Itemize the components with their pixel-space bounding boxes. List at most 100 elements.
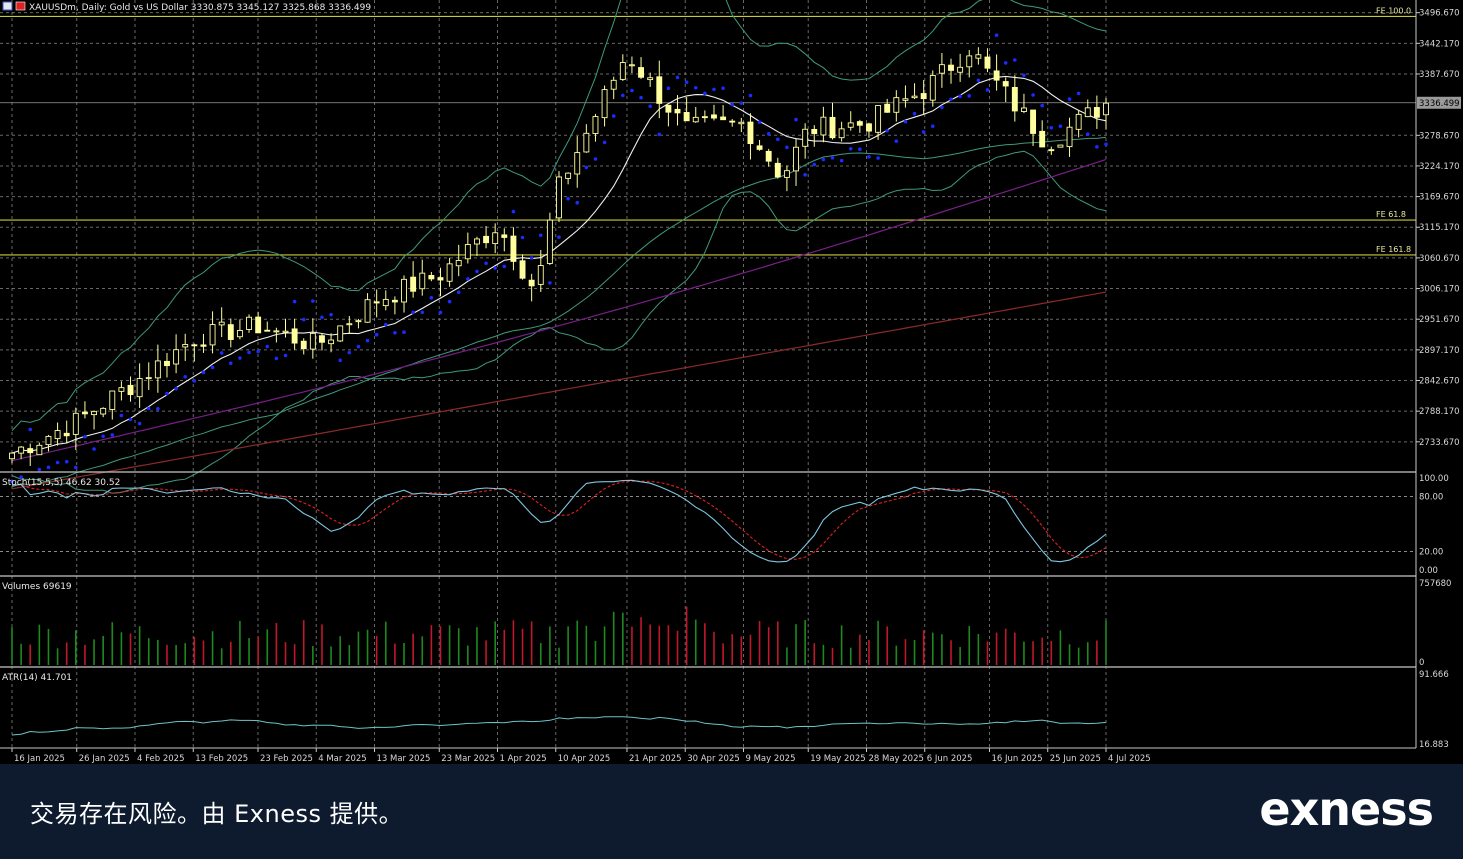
- sar-dot: [292, 299, 297, 304]
- candle-bull: [838, 128, 845, 139]
- sar-dot: [229, 361, 233, 366]
- candle-bull: [893, 97, 900, 113]
- sar-dot: [593, 157, 598, 161]
- candle-bull: [975, 54, 982, 59]
- current-price-tag: 3336.499: [1417, 96, 1461, 109]
- chart-canvas[interactable]: FE 100.0 FE 61.8 FE 161.8 100.00 80.00 20.00…: [0, 0, 1463, 764]
- candle-bull: [382, 298, 389, 307]
- candle-bull: [911, 95, 918, 99]
- sar-dot: [283, 353, 288, 358]
- candle-bull: [91, 411, 98, 416]
- x-tick-label: 10 Apr 2025: [558, 754, 611, 764]
- candle-bull: [154, 360, 161, 379]
- candle-bear: [948, 64, 954, 71]
- y-tick-label: 3115.170: [1419, 223, 1460, 233]
- sar-dot: [538, 233, 543, 238]
- x-tick-label: 23 Feb 2025: [260, 754, 313, 764]
- y-tick-label: 2897.170: [1419, 346, 1460, 356]
- sar-dot: [210, 365, 215, 370]
- candle-bull: [282, 330, 289, 333]
- candle-bull: [1075, 113, 1082, 130]
- y-tick-label: 3442.170: [1419, 39, 1460, 49]
- candle-bear: [1048, 149, 1055, 152]
- x-tick-label: 1 Apr 2025: [500, 754, 547, 764]
- candle-bull: [583, 132, 590, 153]
- sar-dot: [721, 86, 725, 91]
- chart-window-icon: [2, 1, 13, 11]
- candle-bull: [783, 170, 790, 178]
- sar-dot: [712, 87, 716, 92]
- sar-dot: [338, 358, 343, 363]
- sar-dot: [976, 78, 981, 83]
- candle-bear: [765, 150, 772, 162]
- candle-bull: [118, 387, 125, 392]
- sar-dot: [311, 299, 315, 303]
- candle-bull: [36, 444, 43, 456]
- atr-label: ATR(14) 41.701: [2, 673, 72, 683]
- candle-bull: [820, 116, 827, 136]
- candle-bear: [519, 260, 526, 279]
- x-tick-label: 19 May 2025: [810, 754, 865, 764]
- sar-dot: [776, 137, 780, 142]
- x-tick-label: 26 Jan 2025: [79, 754, 130, 764]
- sar-dot: [894, 139, 899, 143]
- sar-dot: [456, 290, 461, 295]
- sar-dot: [785, 145, 789, 150]
- candle-bear: [27, 448, 34, 454]
- sar-dot: [949, 97, 953, 102]
- candle-bull: [328, 339, 335, 345]
- y-tick-label: 3496.670: [1419, 9, 1460, 19]
- candle-bull: [902, 98, 909, 101]
- candle-bull: [847, 122, 854, 128]
- candle-bull: [337, 325, 344, 342]
- y-tick-label: 3060.670: [1419, 254, 1460, 264]
- candle-bull: [601, 89, 608, 119]
- sar-dot: [648, 104, 652, 109]
- sar-dot: [447, 299, 452, 304]
- sar-dot: [411, 310, 415, 315]
- y-tick-label: 2951.670: [1419, 315, 1460, 325]
- sar-dot: [730, 102, 735, 107]
- sar-dot: [83, 434, 87, 439]
- x-tick-label: 4 Jul 2025: [1108, 754, 1151, 764]
- candle-bull: [802, 128, 809, 147]
- sar-dot: [420, 310, 425, 315]
- sar-dot: [64, 459, 69, 464]
- symbol-header-text: XAUUSDm, Daily: Gold vs US Dollar 3330.8…: [29, 3, 371, 13]
- sar-dot: [621, 93, 625, 98]
- sar-dot: [848, 146, 853, 151]
- sar-dot: [693, 86, 698, 90]
- candle-bull: [209, 324, 216, 346]
- sar-dot: [1076, 91, 1081, 96]
- x-tick-label: 23 Mar 2025: [441, 754, 495, 764]
- candle-bear: [437, 277, 444, 281]
- sar-dot: [1013, 58, 1017, 62]
- candle-bear: [747, 121, 754, 145]
- candle-bear: [510, 235, 517, 262]
- y-tick-label: 2788.170: [1419, 407, 1460, 417]
- trading-chart-terminal[interactable]: FE 100.0 FE 61.8 FE 161.8 100.00 80.00 20.00…: [0, 0, 1463, 764]
- candle-bull: [1084, 107, 1091, 118]
- candle-bear: [829, 116, 836, 139]
- candle-bear: [391, 299, 398, 303]
- sar-dot: [110, 433, 115, 437]
- volume-tick-label: 0: [1419, 658, 1424, 668]
- sar-dot: [684, 80, 689, 84]
- stoch-tick-label: 80.00: [1419, 492, 1443, 502]
- candle-bear: [1093, 107, 1100, 118]
- candle-bull: [309, 332, 316, 350]
- candle-bull: [738, 121, 745, 125]
- candle-bear: [200, 344, 207, 347]
- sar-dot: [128, 417, 133, 422]
- candle-bull: [537, 265, 544, 285]
- sar-dot: [739, 101, 744, 105]
- candle-bull: [628, 64, 635, 67]
- candle-bull: [938, 64, 945, 74]
- sar-dot: [830, 155, 835, 160]
- sar-dot: [165, 391, 169, 396]
- sar-dot: [320, 315, 324, 320]
- sar-dot: [940, 105, 944, 110]
- candle-bull: [619, 62, 626, 80]
- candle-bull: [1103, 102, 1109, 116]
- sar-dot: [274, 356, 279, 361]
